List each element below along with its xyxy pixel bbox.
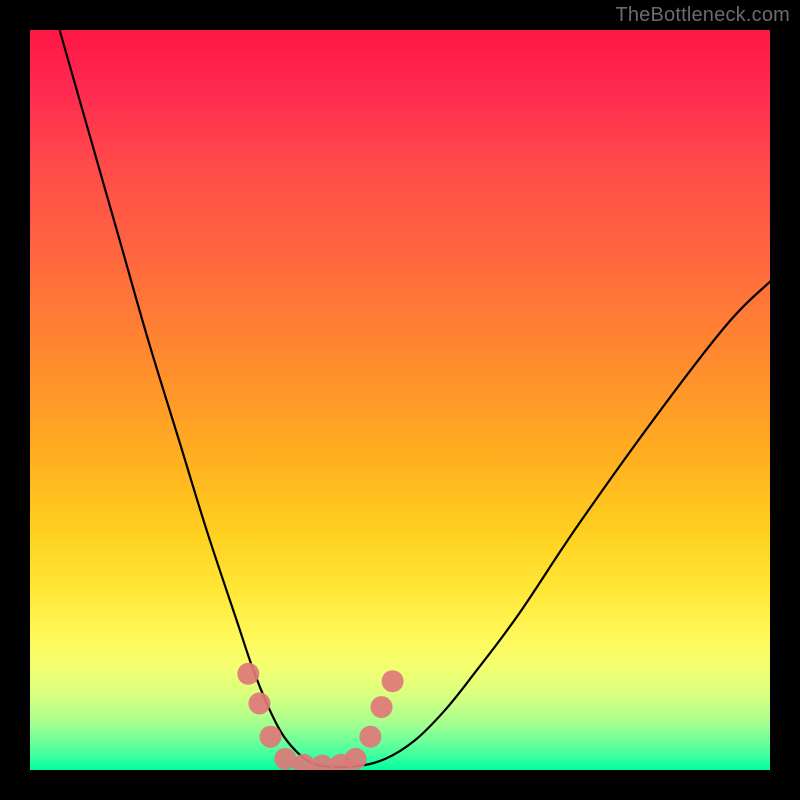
bottleneck-curve: [60, 30, 770, 767]
curve-marker: [311, 755, 333, 770]
plot-area: [30, 30, 770, 770]
curve-marker: [382, 670, 404, 692]
curve-marker: [248, 692, 270, 714]
chart-frame: TheBottleneck.com: [0, 0, 800, 800]
curve-marker: [260, 726, 282, 748]
curve-marker: [359, 726, 381, 748]
curve-marker: [345, 748, 367, 770]
curve-marker: [371, 696, 393, 718]
watermark-text: TheBottleneck.com: [615, 4, 790, 27]
curve-markers: [237, 663, 403, 770]
curve-group: [60, 30, 770, 767]
curve-marker: [237, 663, 259, 685]
chart-svg: [30, 30, 770, 770]
